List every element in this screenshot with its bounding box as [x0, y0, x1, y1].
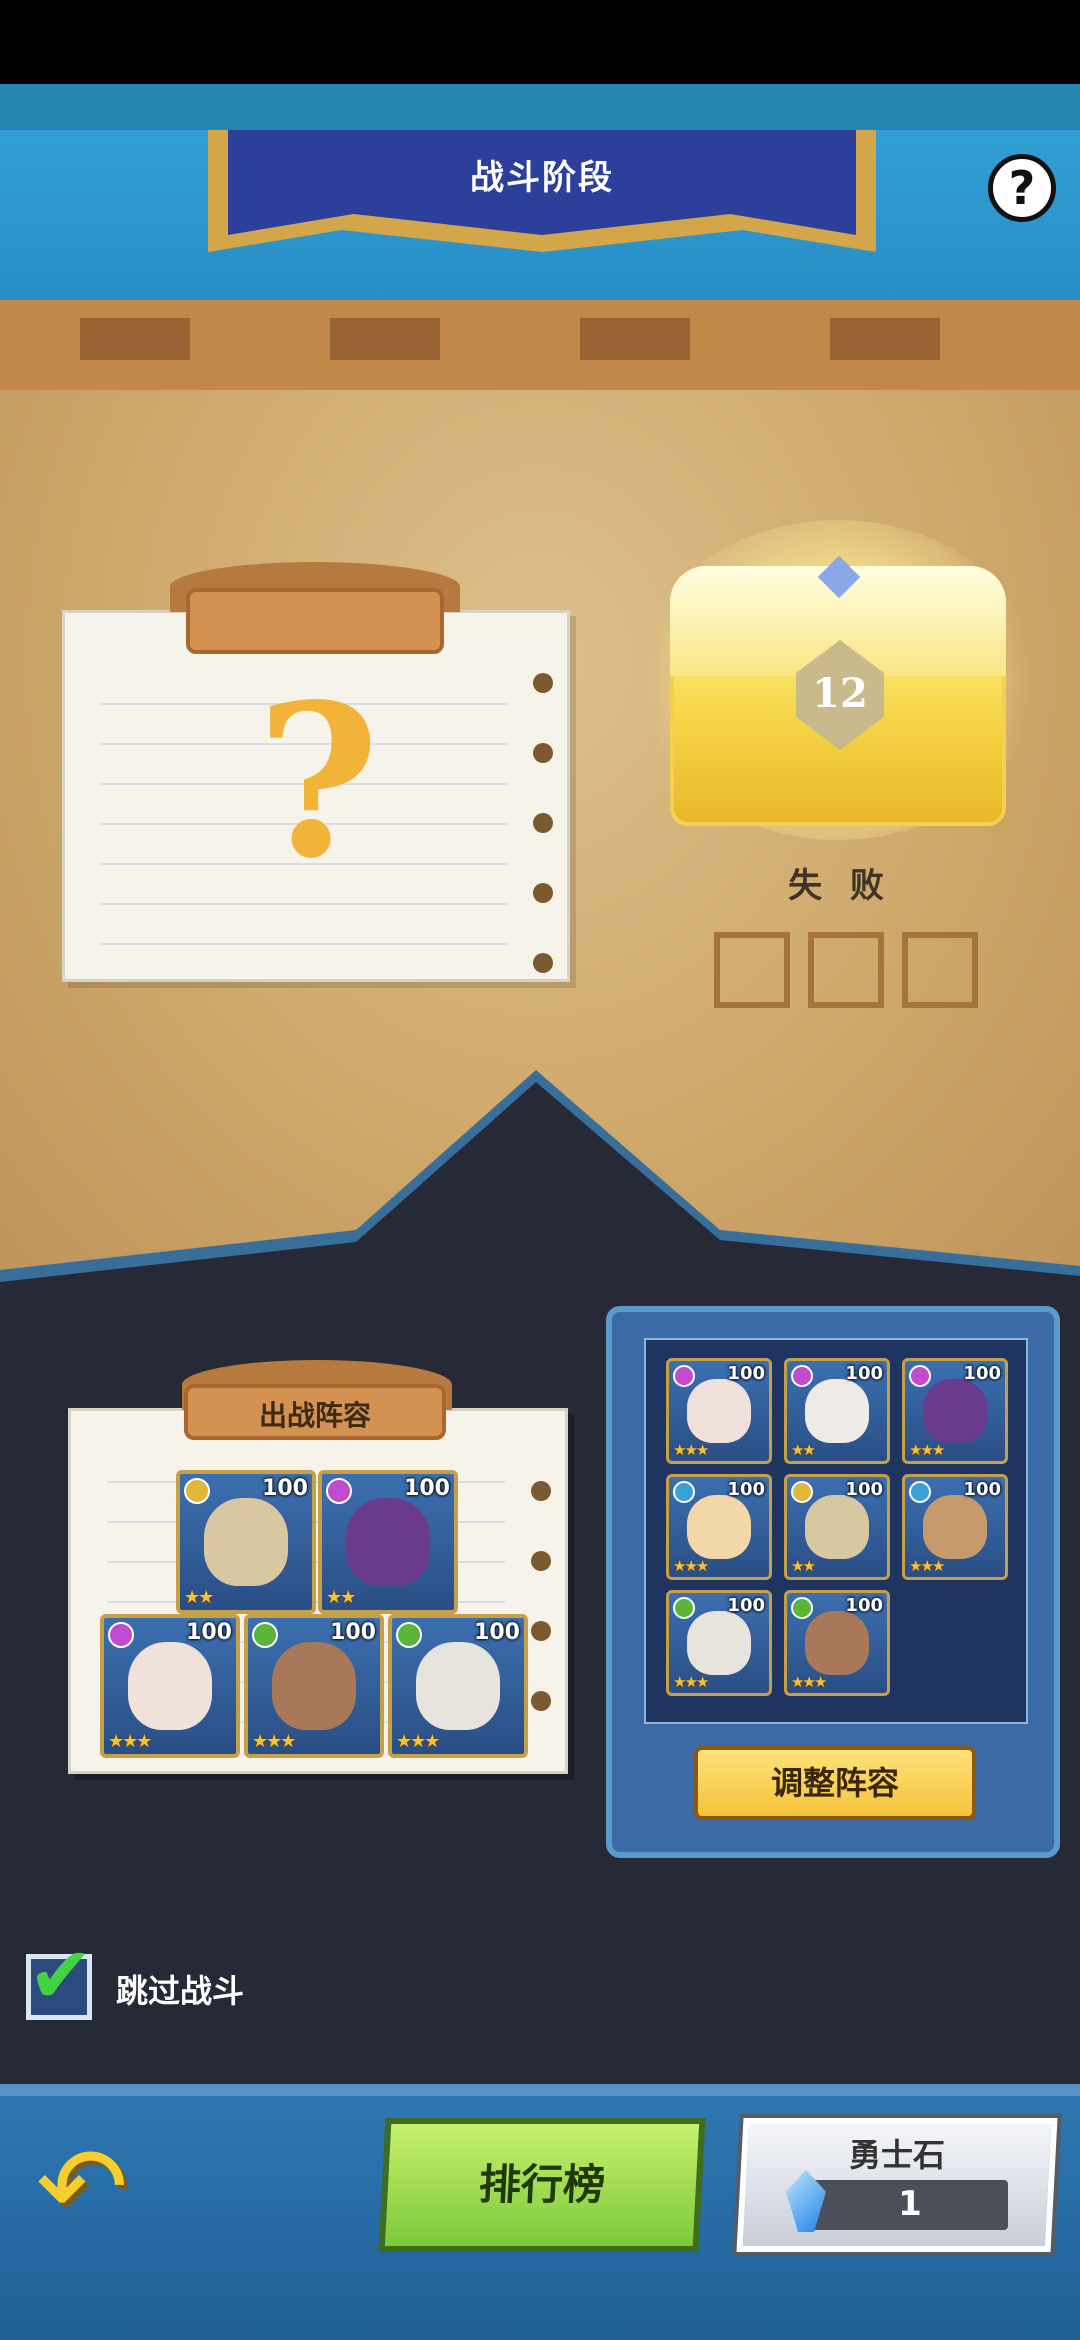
faction-badge-icon: [909, 1481, 931, 1503]
crenel: [330, 318, 440, 360]
hero-level: 100: [330, 1620, 376, 1645]
hero-level: 100: [404, 1476, 450, 1501]
clipboard-clip: [186, 588, 444, 654]
hero-level: 100: [845, 1595, 883, 1616]
hero-stars: ★★: [791, 1441, 816, 1459]
hero-stars: ★★: [791, 1557, 816, 1575]
hero-card[interactable]: 100 ★★★: [666, 1590, 772, 1696]
hero-card[interactable]: 100 ★★★: [902, 1474, 1008, 1580]
leaderboard-button[interactable]: 排行榜: [378, 2118, 706, 2252]
hero-level: 100: [474, 1620, 520, 1645]
hero-card[interactable]: 100 ★★★: [100, 1614, 240, 1758]
hero-portrait: [805, 1611, 869, 1675]
faction-badge-icon: [396, 1622, 422, 1648]
currency-title: 勇士石: [848, 2136, 945, 2174]
hero-card[interactable]: 100 ★★★: [666, 1358, 772, 1464]
hero-portrait: [345, 1498, 431, 1586]
hero-level: 100: [845, 1479, 883, 1500]
crenel: [80, 318, 190, 360]
hero-portrait: [805, 1379, 869, 1443]
faction-badge-icon: [909, 1365, 931, 1387]
hero-level: 100: [845, 1363, 883, 1384]
hero-card[interactable]: 100 ★★★: [784, 1590, 890, 1696]
page-title: 战斗阶段: [470, 158, 614, 198]
faction-badge-icon: [673, 1481, 695, 1503]
hero-card[interactable]: 100 ★★: [784, 1358, 890, 1464]
currency-value: 1: [898, 2184, 922, 2224]
faction-badge-icon: [184, 1478, 210, 1504]
attempt-slot: [808, 932, 884, 1008]
hero-portrait: [415, 1642, 501, 1730]
hero-stars: ★★: [326, 1587, 356, 1608]
hero-level: 100: [727, 1479, 765, 1500]
hero-portrait: [271, 1642, 357, 1730]
skip-battle-label[interactable]: 跳过战斗: [116, 1966, 244, 2012]
crenel: [830, 318, 940, 360]
hero-stars: ★★★: [396, 1731, 440, 1752]
hero-stars: ★★★: [909, 1557, 945, 1575]
faction-badge-icon: [252, 1622, 278, 1648]
faction-badge-icon: [673, 1597, 695, 1619]
hero-portrait: [687, 1611, 751, 1675]
faction-badge-icon: [108, 1622, 134, 1648]
faction-badge-icon: [791, 1481, 813, 1503]
hero-stars: ★★★: [108, 1731, 152, 1752]
unknown-opponent-icon: ?: [256, 658, 380, 905]
hero-card[interactable]: 100 ★★★: [244, 1614, 384, 1758]
hero-card[interactable]: 100 ★★: [318, 1470, 458, 1614]
question-icon[interactable]: ?: [988, 154, 1056, 222]
battle-result: 失 败: [788, 866, 892, 906]
faction-badge-icon: [673, 1365, 695, 1387]
hero-level: 100: [262, 1476, 308, 1501]
hero-portrait: [203, 1498, 289, 1586]
status-bar: [0, 0, 1080, 84]
back-arrow-icon[interactable]: ↶: [36, 2132, 166, 2242]
hero-card[interactable]: 100 ★★: [176, 1470, 316, 1614]
hero-stars: ★★★: [673, 1557, 709, 1575]
hero-portrait: [923, 1495, 987, 1559]
hero-stars: ★★★: [252, 1731, 296, 1752]
crenel: [580, 318, 690, 360]
hero-portrait: [127, 1642, 213, 1730]
checkmark-icon: ✔: [28, 1931, 94, 2021]
hero-portrait: [687, 1379, 751, 1443]
hero-portrait: [687, 1495, 751, 1559]
hero-card[interactable]: 100 ★★★: [666, 1474, 772, 1580]
faction-badge-icon: [791, 1597, 813, 1619]
hero-card[interactable]: 100 ★★★: [388, 1614, 528, 1758]
hero-portrait: [805, 1495, 869, 1559]
hero-stars: ★★★: [673, 1673, 709, 1691]
attempt-slot: [714, 932, 790, 1008]
faction-badge-icon: [791, 1365, 813, 1387]
hero-card[interactable]: 100 ★★: [784, 1474, 890, 1580]
hero-level: 100: [186, 1620, 232, 1645]
hero-stars: ★★★: [791, 1673, 827, 1691]
hero-level: 100: [727, 1363, 765, 1384]
lineup-title: 出战阵容: [258, 1399, 371, 1432]
hero-portrait: [923, 1379, 987, 1443]
chest-number: 12: [812, 670, 868, 717]
attempt-slot: [902, 932, 978, 1008]
hero-card[interactable]: 100 ★★★: [902, 1358, 1008, 1464]
hero-level: 100: [727, 1595, 765, 1616]
faction-badge-icon: [326, 1478, 352, 1504]
hero-level: 100: [963, 1363, 1001, 1384]
hero-stars: ★★★: [909, 1441, 945, 1459]
adjust-lineup-button[interactable]: 调整阵容: [694, 1746, 976, 1820]
hero-stars: ★★: [184, 1587, 214, 1608]
hero-level: 100: [963, 1479, 1001, 1500]
hero-stars: ★★★: [673, 1441, 709, 1459]
